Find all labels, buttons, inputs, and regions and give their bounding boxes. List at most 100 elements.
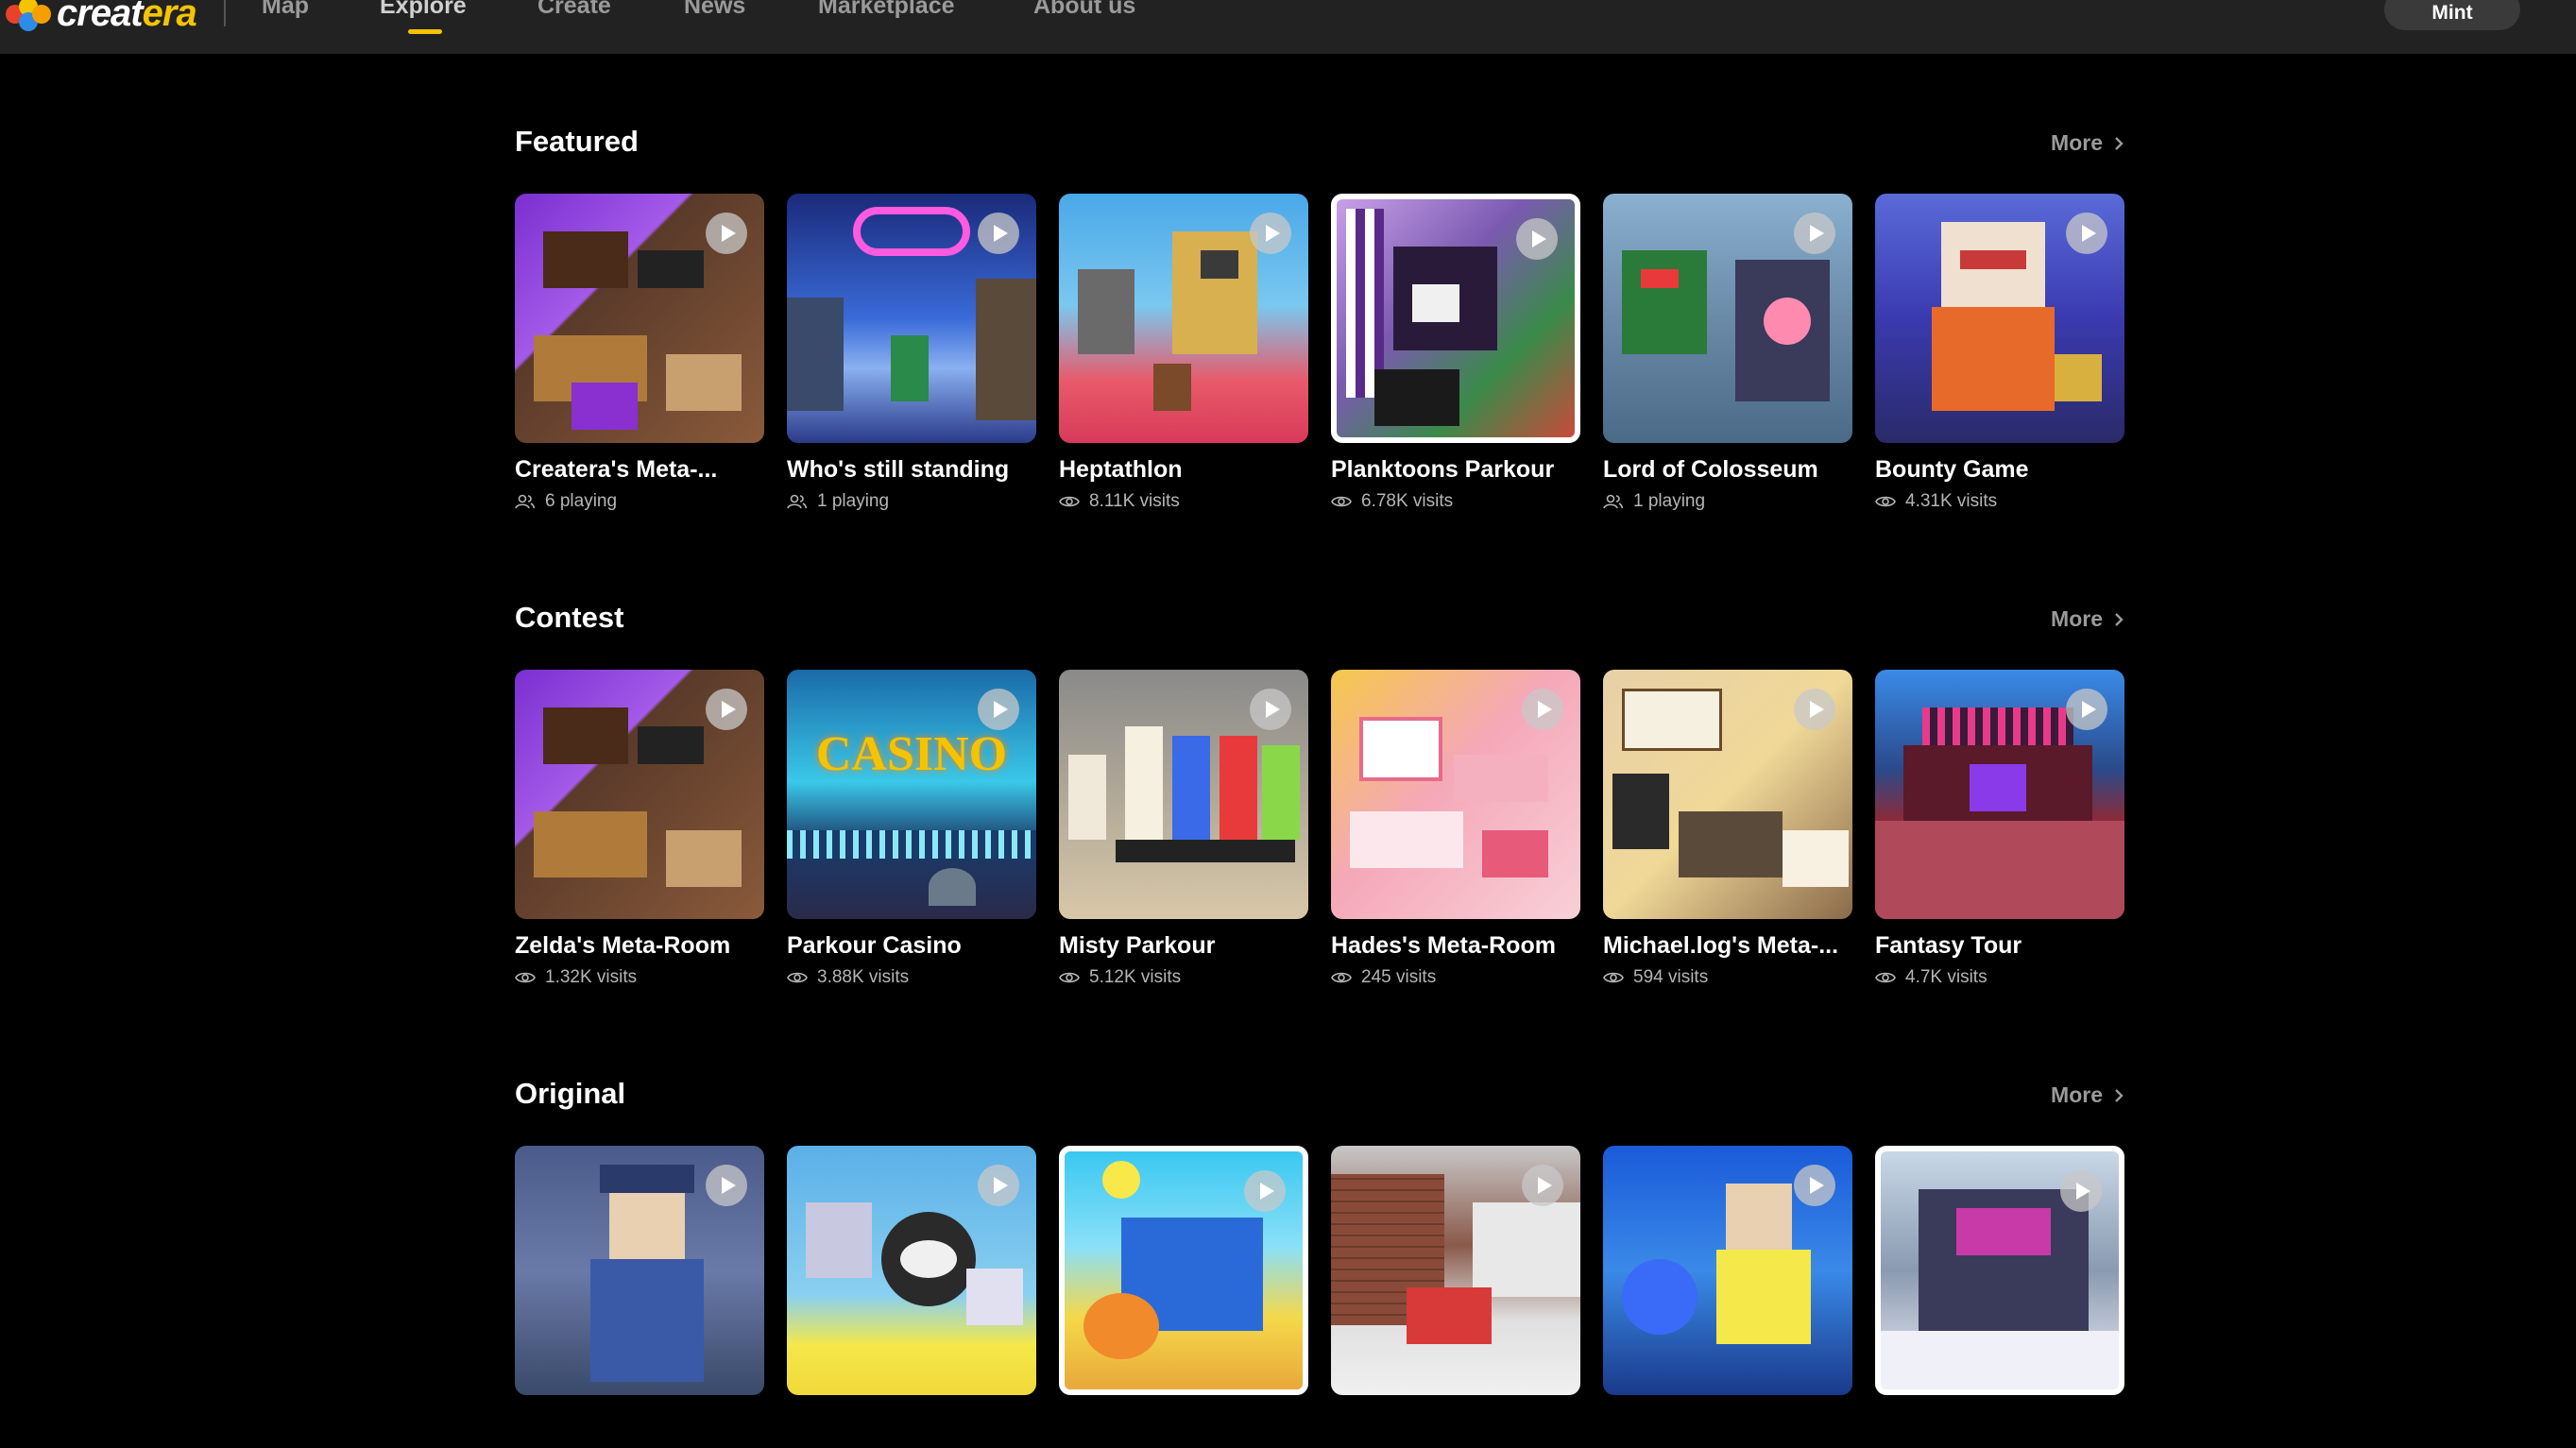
logo-text-prefix: creat <box>57 0 144 34</box>
game-card[interactable] <box>1059 1146 1308 1395</box>
card-title: Fantasy Tour <box>1875 932 2022 959</box>
logo-text-accent: era <box>142 0 197 34</box>
eye-icon <box>515 972 536 983</box>
game-thumbnail[interactable] <box>1875 1146 2124 1395</box>
card-meta-text: 5.12K visits <box>1089 967 1182 987</box>
game-card[interactable] <box>787 1146 1036 1395</box>
game-thumbnail[interactable] <box>1603 1146 1852 1395</box>
nav-item-about-us[interactable]: About us <box>1033 0 1135 20</box>
game-card[interactable] <box>515 1146 764 1395</box>
card-meta: 6 playing <box>515 491 764 512</box>
game-card[interactable] <box>1331 1146 1580 1395</box>
card-title: Parkour Casino <box>787 932 962 959</box>
play-icon[interactable] <box>2066 213 2107 254</box>
card-meta: 5.12K visits <box>1059 967 1308 988</box>
eye-icon <box>1059 972 1080 983</box>
game-card[interactable]: Planktoons Parkour 6.78K visits <box>1331 194 1580 512</box>
game-thumbnail[interactable] <box>1059 670 1308 919</box>
play-icon[interactable] <box>706 213 747 254</box>
game-card[interactable]: Who's still standing 1 playing <box>787 194 1036 512</box>
game-card[interactable]: Misty Parkour 5.12K visits <box>1059 670 1308 988</box>
nav-item-create[interactable]: Create <box>537 0 611 20</box>
card-meta: 1 playing <box>1603 491 1852 512</box>
nav-divider <box>224 0 226 26</box>
eye-icon <box>1059 496 1080 507</box>
more-label: More <box>2051 1082 2103 1107</box>
more-link[interactable]: More <box>2051 130 2125 156</box>
game-thumbnail[interactable] <box>787 194 1036 443</box>
game-thumbnail[interactable] <box>1603 670 1852 919</box>
section-title: Original <box>515 1077 626 1110</box>
game-card[interactable]: CASINO Parkour Casino 3.88K visits <box>787 670 1036 988</box>
play-icon[interactable] <box>978 213 1019 254</box>
play-icon[interactable] <box>1250 689 1291 730</box>
play-icon[interactable] <box>1522 689 1563 730</box>
mint-button[interactable]: Mint <box>2384 0 2520 30</box>
eye-icon <box>1875 496 1896 507</box>
card-row: Createra's Meta-... 6 playing Who's stil… <box>515 194 2125 511</box>
card-title: Bounty Game <box>1875 456 2029 483</box>
card-meta: 4.7K visits <box>1875 967 2124 988</box>
play-icon[interactable] <box>978 689 1019 730</box>
game-thumbnail[interactable] <box>515 670 764 919</box>
eye-icon <box>1331 496 1352 507</box>
nav-item-explore[interactable]: Explore <box>380 0 467 20</box>
logo-mark-icon <box>4 0 53 33</box>
game-thumbnail[interactable] <box>1331 194 1580 443</box>
game-thumbnail[interactable] <box>1603 194 1852 443</box>
game-card[interactable]: Fantasy Tour 4.7K visits <box>1875 670 2124 988</box>
card-meta-text: 6.78K visits <box>1361 491 1454 511</box>
game-card[interactable]: Bounty Game 4.31K visits <box>1875 194 2124 512</box>
game-card[interactable]: Heptathlon 8.11K visits <box>1059 194 1308 512</box>
more-label: More <box>2051 130 2103 155</box>
createra-logo[interactable]: createra <box>4 0 197 35</box>
nav-item-marketplace[interactable]: Marketplace <box>818 0 955 20</box>
game-thumbnail[interactable] <box>1875 670 2124 919</box>
nav-item-map[interactable]: Map <box>262 0 309 20</box>
eye-icon <box>1603 972 1624 983</box>
game-thumbnail[interactable] <box>1331 1146 1580 1395</box>
card-title: Heptathlon <box>1059 456 1183 483</box>
card-meta: 245 visits <box>1331 967 1580 988</box>
game-thumbnail[interactable] <box>1875 194 2124 443</box>
users-icon <box>1603 494 1624 509</box>
card-title: Misty Parkour <box>1059 932 1216 959</box>
play-icon[interactable] <box>1516 218 1558 260</box>
play-icon[interactable] <box>1250 213 1291 254</box>
play-icon[interactable] <box>706 689 747 730</box>
game-thumbnail[interactable] <box>1059 194 1308 443</box>
card-meta-text: 245 visits <box>1361 967 1437 987</box>
game-card[interactable] <box>1875 1146 2124 1395</box>
game-card[interactable]: Lord of Colosseum 1 playing <box>1603 194 1852 512</box>
card-meta: 6.78K visits <box>1331 491 1580 512</box>
game-card[interactable]: Zelda's Meta-Room 1.32K visits <box>515 670 764 988</box>
game-thumbnail[interactable] <box>515 1146 764 1395</box>
card-meta-text: 4.7K visits <box>1905 967 1987 987</box>
game-thumbnail[interactable] <box>1059 1146 1308 1395</box>
card-meta-text: 1 playing <box>817 491 890 511</box>
play-icon[interactable] <box>978 1165 1019 1206</box>
game-thumbnail[interactable]: CASINO <box>787 670 1036 919</box>
game-card[interactable]: Michael.log's Meta-... 594 visits <box>1603 670 1852 988</box>
game-card[interactable] <box>1603 1146 1852 1395</box>
more-link[interactable]: More <box>2051 606 2125 632</box>
play-icon[interactable] <box>1794 689 1835 730</box>
play-icon[interactable] <box>1794 213 1835 254</box>
play-icon[interactable] <box>2066 689 2107 730</box>
play-icon[interactable] <box>1244 1170 1286 1212</box>
nav-item-news[interactable]: News <box>684 0 745 20</box>
game-thumbnail[interactable] <box>515 194 764 443</box>
game-thumbnail[interactable] <box>787 1146 1036 1395</box>
game-thumbnail[interactable] <box>1331 670 1580 919</box>
play-icon[interactable] <box>706 1165 747 1206</box>
card-title: Hades's Meta-Room <box>1331 932 1556 959</box>
card-meta-text: 1.32K visits <box>545 967 638 987</box>
game-card[interactable]: Createra's Meta-... 6 playing <box>515 194 764 512</box>
more-link[interactable]: More <box>2051 1082 2125 1108</box>
game-card[interactable]: Hades's Meta-Room 245 visits <box>1331 670 1580 988</box>
card-meta: 1.32K visits <box>515 967 764 988</box>
play-icon[interactable] <box>1522 1165 1563 1206</box>
play-icon[interactable] <box>1794 1165 1835 1206</box>
play-icon[interactable] <box>2060 1170 2102 1212</box>
eye-icon <box>1331 972 1352 983</box>
